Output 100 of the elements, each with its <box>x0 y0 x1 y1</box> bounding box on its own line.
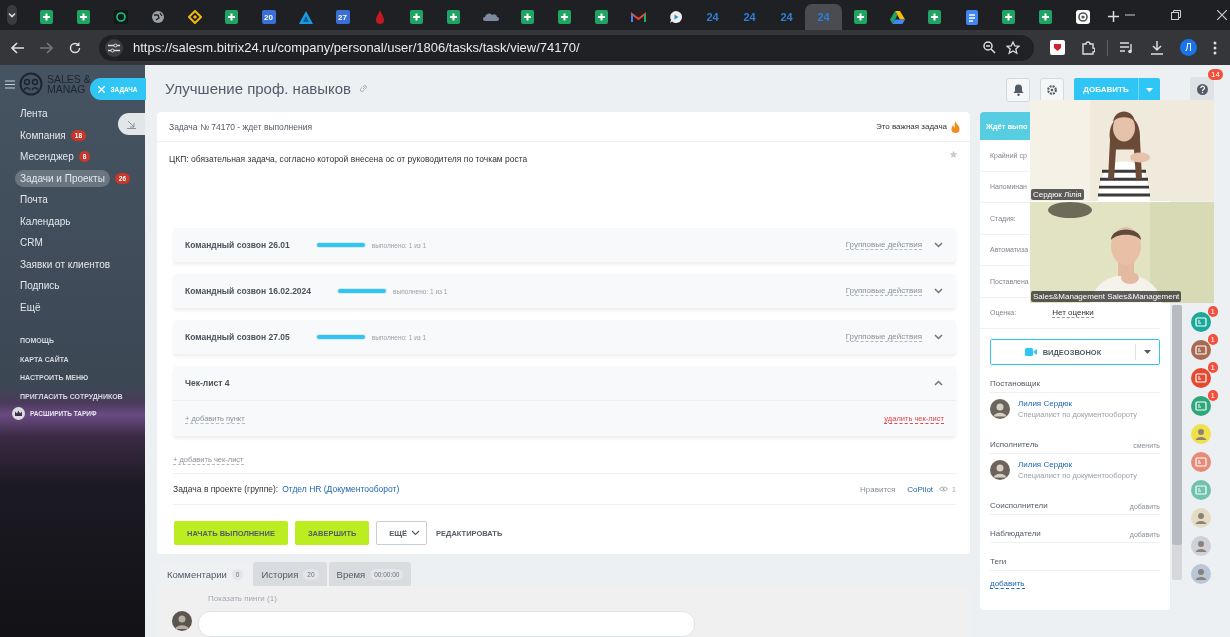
forward-icon[interactable] <box>40 41 53 54</box>
drive-icon <box>890 10 905 24</box>
nav-item[interactable]: Месенджер <box>20 151 74 163</box>
checklist-title[interactable]: Командный созвон 16.02.2024 <box>185 286 312 296</box>
menu-icon[interactable] <box>5 79 15 89</box>
nav-item[interactable]: Календарь <box>20 215 71 227</box>
bitrix-icon: 24 <box>817 11 830 23</box>
reload-icon[interactable] <box>69 41 81 54</box>
notification-button[interactable] <box>1006 77 1030 102</box>
checklist-title[interactable]: Чек-лист 4 <box>185 378 230 388</box>
site-info-icon[interactable] <box>105 38 123 57</box>
project-label: Задача в проекте (группе): <box>173 484 279 494</box>
chat-bubble-icon <box>668 10 683 24</box>
comment-field[interactable] <box>198 611 695 637</box>
group-actions-link[interactable]: Групповые действия <box>845 240 922 250</box>
extension-icon[interactable] <box>1050 40 1065 55</box>
page-title: Улучшение проф. навыков <box>165 80 352 97</box>
more-icon[interactable] <box>1213 40 1217 55</box>
sheet-icon <box>40 10 53 24</box>
star-icon[interactable] <box>949 150 958 159</box>
person-avatar <box>990 399 1010 419</box>
close-icon[interactable] <box>1217 10 1227 20</box>
camera-icon <box>1024 348 1037 356</box>
like-link[interactable]: Нравится <box>860 484 896 494</box>
close-icon <box>98 85 106 93</box>
person-name[interactable]: Лилия Сердюк <box>1018 399 1148 408</box>
expand-icon[interactable] <box>934 288 943 294</box>
unread-badge: 1 <box>1207 306 1218 317</box>
calendar-icon: 27 <box>335 10 350 24</box>
chat-avatar[interactable] <box>1191 424 1211 444</box>
restore-icon[interactable] <box>1171 10 1181 20</box>
chat-avatar[interactable] <box>1191 340 1211 360</box>
zoom-icon[interactable] <box>983 41 996 54</box>
expand-icon[interactable] <box>934 334 943 340</box>
tab-list-button[interactable] <box>7 5 17 25</box>
media-icon[interactable] <box>1120 41 1134 54</box>
participant-name: Sales&Management Sales&Management <box>1031 291 1182 302</box>
scrollbar[interactable] <box>1172 305 1182 545</box>
chat-avatar[interactable] <box>1191 564 1211 584</box>
nav-item[interactable]: Компания <box>20 129 66 141</box>
chat-avatar[interactable] <box>1191 508 1211 528</box>
browser-tab[interactable]: 24 <box>768 4 805 30</box>
globe-icon <box>150 10 165 24</box>
collapse-button[interactable] <box>118 113 145 135</box>
chat-avatar[interactable] <box>1191 368 1211 388</box>
document-icon <box>965 9 978 25</box>
rating-link[interactable]: Нет оценки <box>1052 307 1094 318</box>
diamond-icon <box>187 10 202 24</box>
chat-avatar[interactable] <box>1191 396 1211 416</box>
mail-icon <box>631 11 646 23</box>
help-button[interactable] <box>1190 77 1214 101</box>
sheet-icon <box>447 10 460 24</box>
checklist-title[interactable]: Командный созвон 27.05 <box>185 332 290 342</box>
plus-icon <box>1107 10 1119 22</box>
nav-item[interactable]: Лента <box>20 108 48 120</box>
nav-item[interactable]: Задачи и Проекты <box>15 169 110 187</box>
nav-item[interactable]: Подпись <box>20 280 60 292</box>
browser-tab[interactable]: 20 <box>250 4 287 30</box>
puzzle-icon[interactable] <box>1081 40 1095 55</box>
browser-tab[interactable]: 24 <box>731 4 768 30</box>
flame-icon <box>951 120 960 133</box>
download-icon[interactable] <box>1150 40 1164 55</box>
nav-item[interactable]: Почта <box>20 194 48 206</box>
nav-item[interactable]: CRM <box>20 237 43 249</box>
chevron-down-icon <box>7 10 17 20</box>
add-tag-link[interactable]: добавить <box>990 579 1025 589</box>
sheet-icon <box>1039 10 1052 24</box>
group-actions-link[interactable]: Групповые действия <box>845 286 922 296</box>
calendar-icon: 20 <box>261 10 276 24</box>
nav-item[interactable]: Ещё <box>20 301 41 313</box>
back-icon[interactable] <box>11 41 24 54</box>
sheet-icon <box>521 10 534 24</box>
liker-link[interactable]: CoPilot <box>907 484 934 494</box>
browser-tab[interactable]: 27 <box>324 4 361 30</box>
project-link[interactable]: Отдел HR (Документооборот) <box>282 484 400 494</box>
chat-avatar[interactable] <box>1191 312 1211 332</box>
settings-button[interactable] <box>1040 77 1064 102</box>
person-avatar <box>990 460 1010 480</box>
expand-icon[interactable] <box>934 242 943 248</box>
sheet-icon <box>410 10 423 24</box>
chat-avatar[interactable] <box>1191 536 1211 556</box>
collapse-arrow-icon <box>127 119 136 129</box>
browser-tab[interactable]: 24 <box>694 4 731 30</box>
bookmark-star-icon[interactable] <box>1006 40 1020 55</box>
participant-name: Сердюк Лілія <box>1031 189 1084 200</box>
profile-avatar[interactable]: Л <box>1180 39 1197 56</box>
url-text: https://salesm.bitrix24.ru/company/personal/user/1806/tasks/task/view/74170/ <box>133 40 580 55</box>
caret-icon <box>1144 350 1151 354</box>
nav-item[interactable]: Заявки от клиентов <box>20 258 111 270</box>
person-name[interactable]: Лилия Сердюк <box>1018 460 1148 469</box>
address-bar[interactable]: https://salesm.bitrix24.ru/company/personal/user/1806/tasks/task/view/74170/ <box>99 34 1034 61</box>
drop-icon <box>374 10 385 24</box>
collapse-icon[interactable] <box>934 380 943 386</box>
sheet-icon <box>854 10 867 24</box>
unread-badge: 1 <box>1207 362 1218 373</box>
important-flag[interactable]: Это важная задача <box>875 122 947 131</box>
group-actions-link[interactable]: Групповые действия <box>845 332 922 342</box>
checklist-title[interactable]: Командный созвон 26.01 <box>185 240 290 250</box>
role-title: Теги <box>990 557 1007 566</box>
notification-badge: 14 <box>1208 69 1223 80</box>
